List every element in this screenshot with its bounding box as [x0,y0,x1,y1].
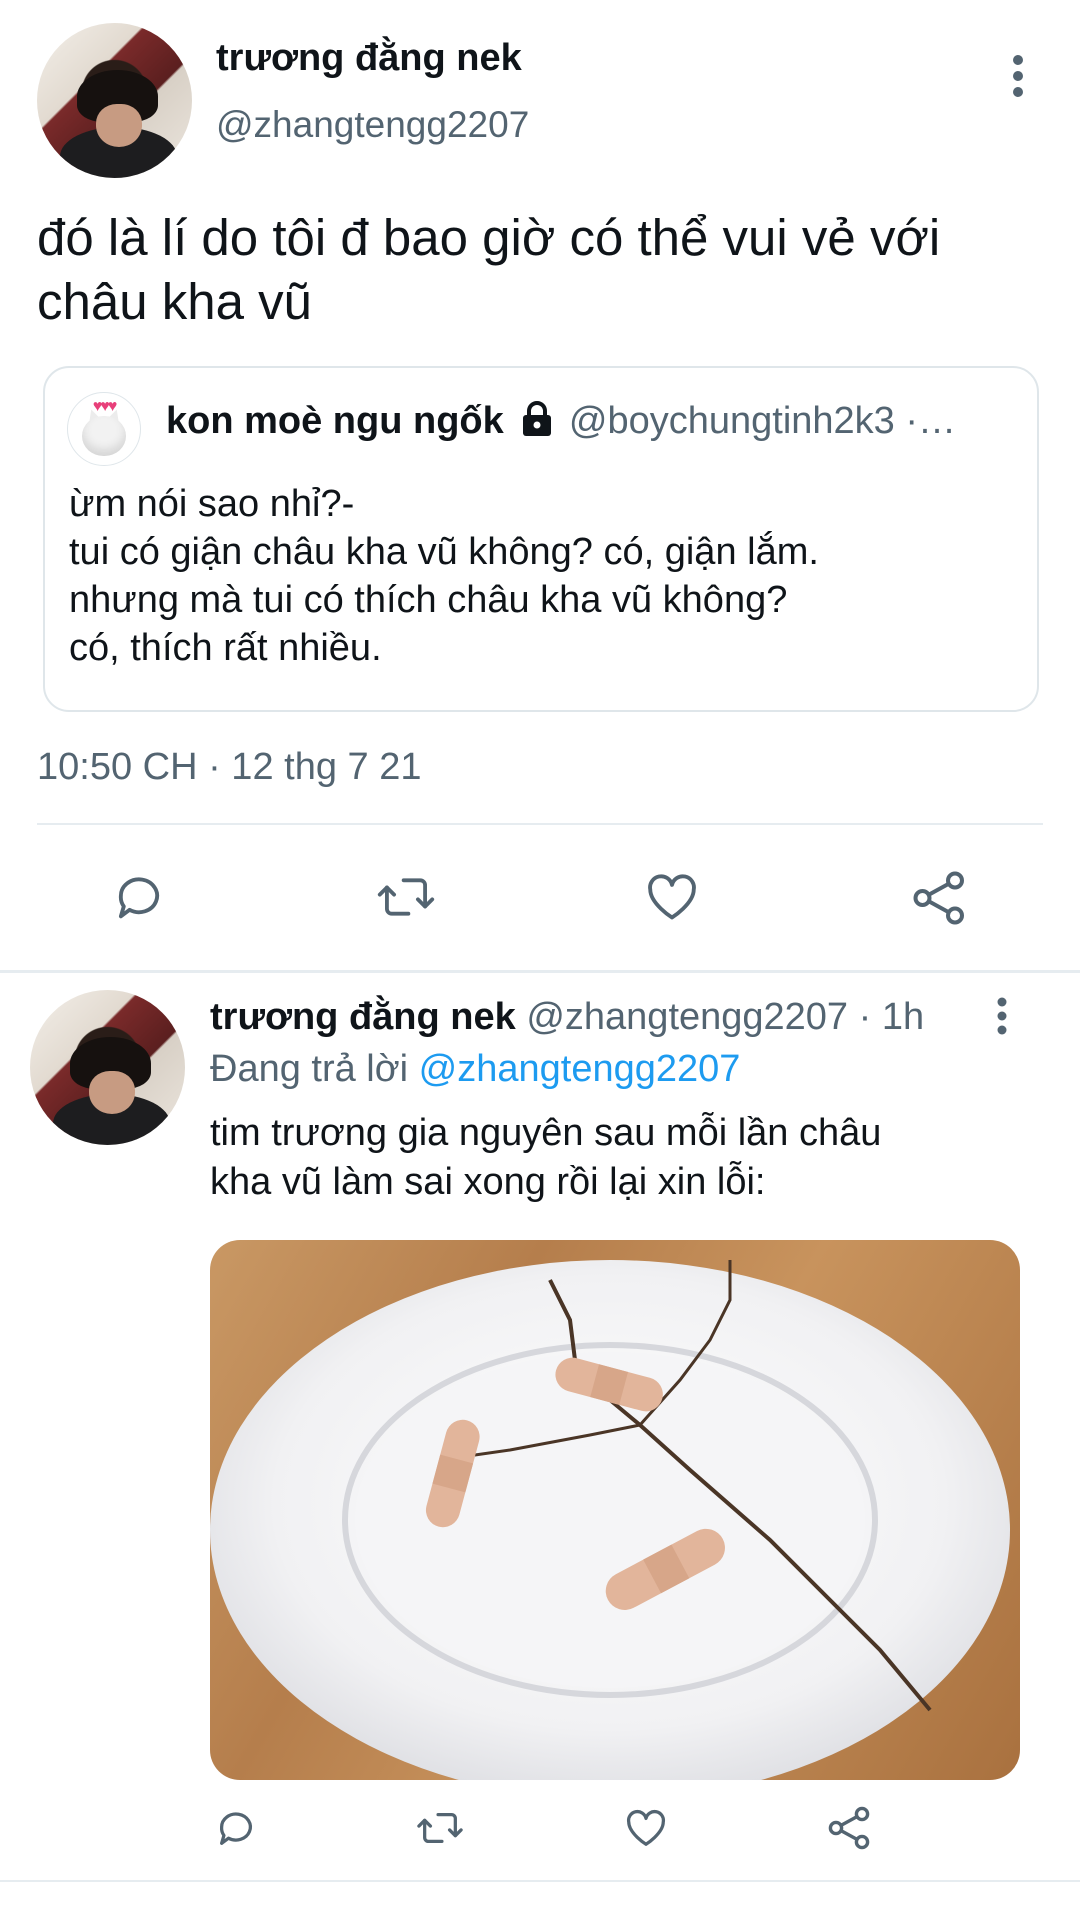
tweet-timestamp[interactable]: 10:50 CH · 12 thg 7 21 [37,746,421,789]
reply-display-name[interactable]: trương đằng nek [210,996,516,1038]
reply-heart-icon[interactable] [622,1805,670,1851]
replying-to-label: Đang trả lời [210,1048,409,1090]
reply-retweet-icon[interactable] [415,1805,465,1851]
reply-icon[interactable] [110,868,168,926]
author-display-name[interactable]: trương đằng nek [216,37,522,80]
reply-share-icon[interactable] [826,1804,874,1852]
reply-text-line-2: kha vũ làm sai xong rồi lại xin lỗi: [210,1161,766,1203]
quoted-line-1: ừm nói sao nhỉ?- [69,483,355,525]
heart-icon[interactable] [642,868,702,926]
reply-text-line-1: tim trương gia nguyên sau mỗi lần châu [210,1112,882,1154]
tweet-image[interactable] [210,1240,1020,1780]
divider [37,823,1043,825]
quoted-author-avatar: ♥♥♥ [67,392,141,466]
reply-more-icon[interactable] [990,996,1014,1036]
lock-icon [522,401,552,447]
quoted-line-2: tui có giận châu kha vũ không? có, giận … [69,531,819,573]
share-icon[interactable] [910,868,970,928]
vertical-ellipsis-icon[interactable] [1003,52,1033,100]
retweet-icon[interactable] [375,868,437,926]
quoted-line-4: có, thích rất nhiều. [69,627,382,669]
section-divider [0,970,1080,973]
quoted-tweet-card[interactable]: ♥♥♥ kon moè ngu ngốk @boychungtinh2k3 ·…… [43,366,1039,712]
quoted-text: ừm nói sao nhỉ?- tui có giận châu kha vũ… [69,480,819,672]
author-avatar[interactable] [37,23,192,178]
reply-author-avatar[interactable] [30,990,185,1145]
quoted-handle: @boychungtinh2k3 ·… [568,400,957,442]
reply-handle-time[interactable]: @zhangtengg2207 · 1h [526,996,924,1038]
author-handle[interactable]: @zhangtengg2207 [216,104,529,146]
tweet-text-line-2: châu kha vũ [37,273,313,330]
tweet-text-line-1: đó là lí do tôi đ bao giờ có thể vui vẻ … [37,209,941,266]
replying-to-link[interactable]: @zhangtengg2207 [419,1048,741,1090]
quoted-line-3: nhưng mà tui có thích châu kha vũ không? [69,579,788,621]
reply-reply-icon[interactable] [213,1805,259,1851]
broken-plate-illustration [210,1260,1010,1780]
bottom-divider [0,1880,1080,1882]
quoted-display-name: kon moè ngu ngốk [166,400,504,442]
